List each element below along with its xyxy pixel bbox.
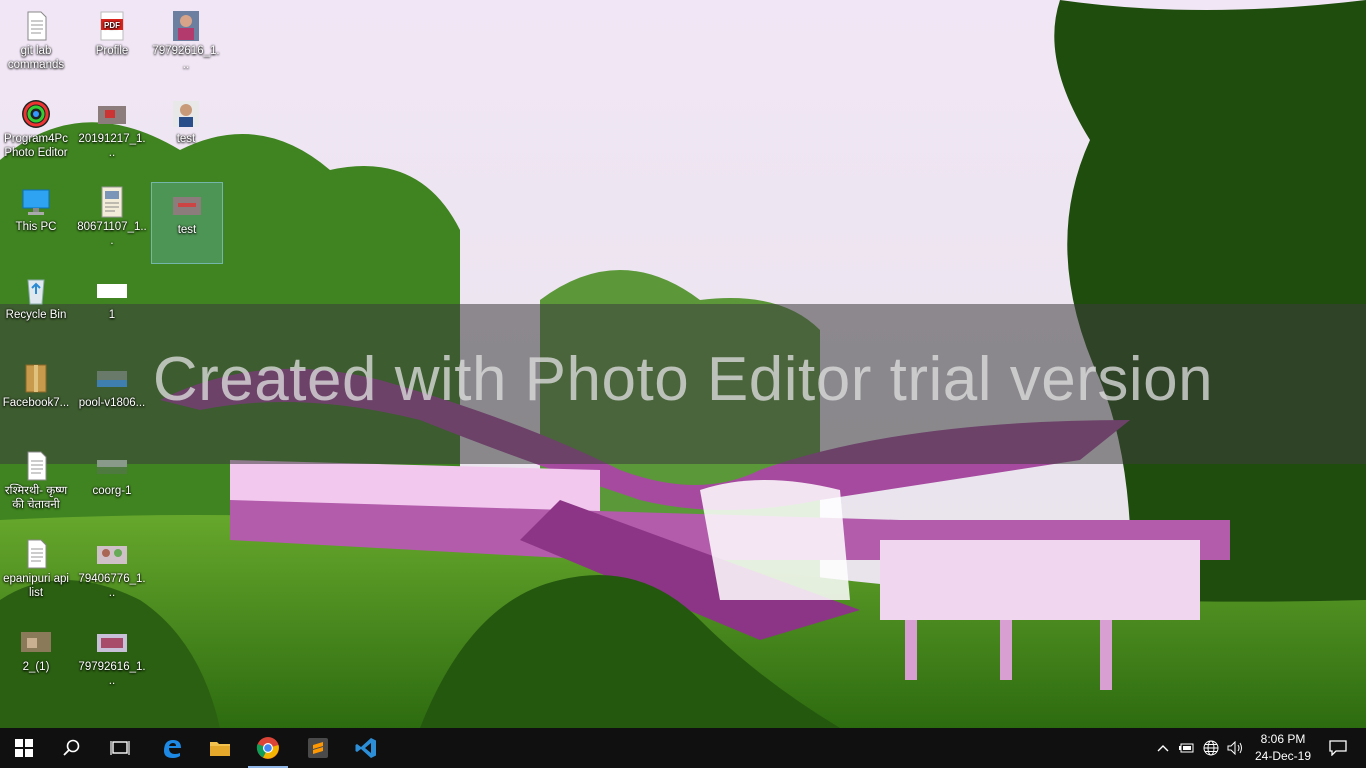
start-button[interactable] <box>0 728 48 768</box>
image-file-icon <box>97 546 127 564</box>
volume-icon <box>1227 741 1242 755</box>
desktop-icon-git-lab-commands[interactable]: git lab commands <box>0 4 72 86</box>
edge-browser-icon <box>164 740 181 758</box>
image-file-icon <box>97 460 127 474</box>
desktop-icon-label: test <box>177 224 197 236</box>
taskbar-sublime-text[interactable] <box>294 728 342 768</box>
network-status[interactable] <box>1200 728 1222 768</box>
text-document-icon <box>27 451 47 481</box>
image-file-icon <box>173 11 199 41</box>
desktop-icon-program4pc-photo-editor[interactable]: Program4Pc Photo Editor <box>0 92 72 174</box>
image-file-icon <box>21 632 51 652</box>
image-file-icon <box>173 101 199 127</box>
desktop-icon-facebook7[interactable]: Facebook7... <box>0 356 72 438</box>
desktop-icon-79406776[interactable]: 79406776_1... <box>76 532 148 614</box>
chrome-browser-icon <box>256 737 279 759</box>
desktop-icon-label: Profile <box>95 45 129 57</box>
image-file-icon <box>97 371 127 387</box>
desktop-icon-label: 80671107_1... <box>77 221 147 247</box>
clock-date: 24-Dec-19 <box>1254 749 1312 763</box>
desktop-icon-recycle-bin[interactable]: Recycle Bin <box>0 268 72 350</box>
text-document-icon <box>27 539 47 569</box>
taskbar-chrome[interactable] <box>244 728 292 768</box>
image-file-icon <box>173 197 201 215</box>
desktop-icon-label: coorg-1 <box>92 485 132 497</box>
action-center-button[interactable] <box>1318 728 1358 768</box>
desktop-icon-79792616-b[interactable]: 79792616_1... <box>76 620 148 702</box>
network-globe-icon <box>1203 740 1219 756</box>
desktop-icon-label: epanipuri api list <box>3 573 69 599</box>
desktop-icon-profile[interactable]: PDF Profile <box>76 4 148 86</box>
desktop-icon-pool-v1806[interactable]: pool-v1806... <box>76 356 148 438</box>
desktop-icon-label: pool-v1806... <box>78 397 146 409</box>
desktop-icon-label: git lab commands <box>7 45 65 71</box>
recycle-bin-icon <box>27 279 45 305</box>
desktop-icon-label: Facebook7... <box>2 397 70 409</box>
desktop-icon-epanipuri-api-list[interactable]: epanipuri api list <box>0 532 72 614</box>
desktop-icon-test-b[interactable]: test <box>151 182 223 264</box>
search-button[interactable] <box>48 728 96 768</box>
show-hidden-icons-button[interactable] <box>1152 728 1174 768</box>
image-file-icon <box>101 186 123 218</box>
chevron-up-icon <box>1157 745 1169 752</box>
desktop-icon-label: 1 <box>108 309 116 321</box>
desktop-icon-2-1[interactable]: 2_(1) <box>0 620 72 702</box>
desktop-icon-80671107[interactable]: 80671107_1... <box>76 180 148 262</box>
desktop-icon-20191217[interactable]: 20191217_1... <box>76 92 148 174</box>
svg-text:PDF: PDF <box>104 21 120 30</box>
desktop[interactable]: Created with Photo Editor trial version … <box>0 0 1366 728</box>
image-file-icon <box>98 106 126 124</box>
desktop-icon-label: 20191217_1... <box>78 133 146 159</box>
clock[interactable]: 8:06 PM 24-Dec-19 <box>1248 731 1318 765</box>
desktop-icon-label: रश्मिरथी- कृष्ण की चेतावनी <box>4 485 68 511</box>
taskbar-edge[interactable] <box>148 728 196 768</box>
folder-icon <box>210 742 230 756</box>
windows-logo-icon <box>15 739 33 757</box>
desktop-icon-coorg-1[interactable]: coorg-1 <box>76 444 148 526</box>
taskbar-file-explorer[interactable] <box>196 728 244 768</box>
task-view-icon <box>110 741 130 755</box>
sublime-text-icon <box>308 738 328 758</box>
search-icon <box>63 739 80 756</box>
desktop-icon-label: Program4Pc Photo Editor <box>4 133 68 159</box>
image-file-icon <box>97 284 127 298</box>
pdf-file-icon: PDF <box>100 11 124 41</box>
desktop-icon-1[interactable]: 1 <box>76 268 148 350</box>
volume-control[interactable] <box>1224 728 1248 768</box>
battery-icon <box>1179 743 1194 753</box>
archive-folder-icon <box>25 364 47 393</box>
task-view-button[interactable] <box>96 728 144 768</box>
desktop-icon-label: Recycle Bin <box>5 309 67 321</box>
image-file-icon <box>97 634 127 652</box>
notification-icon <box>1329 740 1347 756</box>
desktop-icon-rashmirathi[interactable]: रश्मिरथी- कृष्ण की चेतावनी <box>0 444 72 526</box>
desktop-icon-label: 79406776_1... <box>78 573 146 599</box>
taskbar: 8:06 PM 24-Dec-19 <box>0 728 1366 768</box>
text-document-icon <box>27 11 47 41</box>
computer-icon <box>22 189 50 215</box>
desktop-icon-79792616-a[interactable]: 79792616_1... <box>150 4 222 86</box>
desktop-icon-this-pc[interactable]: This PC <box>0 180 72 262</box>
battery-status[interactable] <box>1176 728 1198 768</box>
vscode-icon <box>355 738 376 758</box>
clock-time: 8:06 PM <box>1260 732 1306 746</box>
desktop-icon-test-a[interactable]: test <box>150 92 222 174</box>
desktop-icon-label: 79792616_1... <box>78 661 146 687</box>
taskbar-vscode[interactable] <box>342 728 390 768</box>
desktop-icon-label: This PC <box>15 221 57 233</box>
desktop-icon-label: 2_(1) <box>22 661 50 673</box>
desktop-icon-label: test <box>176 133 196 145</box>
photo-editor-app-icon <box>22 100 50 128</box>
desktop-icon-label: 79792616_1... <box>152 45 220 71</box>
watermark-text: Created with Photo Editor trial version <box>152 345 1214 414</box>
